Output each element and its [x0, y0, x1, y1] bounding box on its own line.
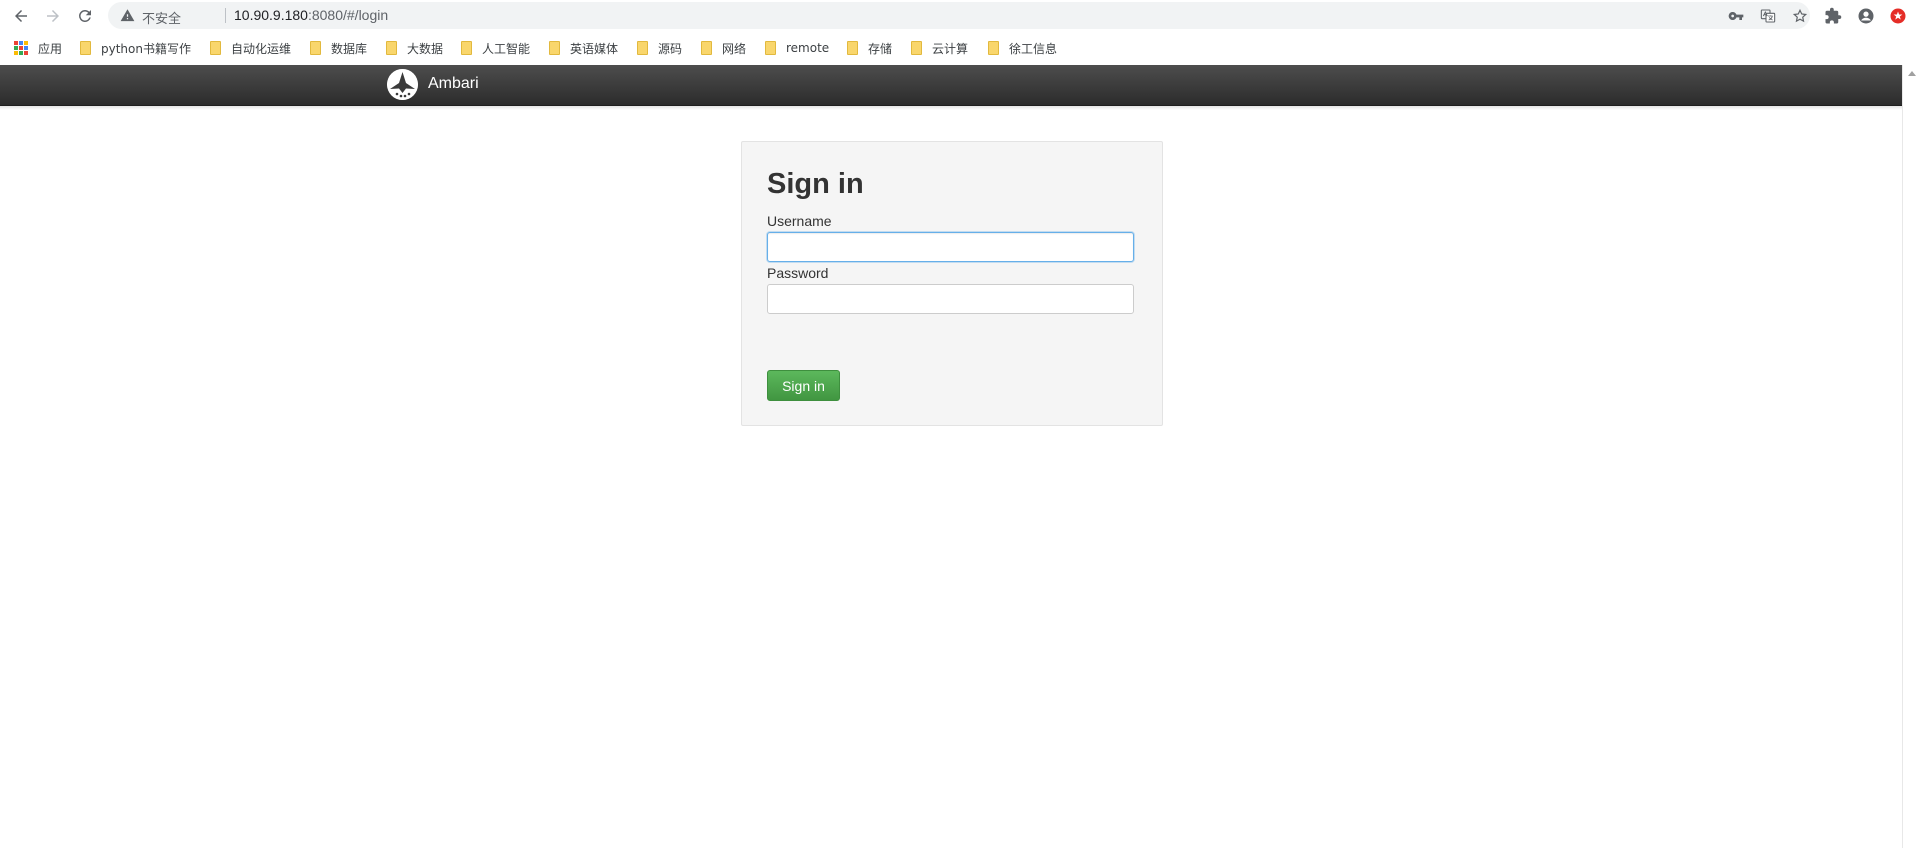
bookmark-label: 人工智能	[482, 41, 531, 56]
forward-icon	[47, 10, 59, 22]
sign-in-button[interactable]: Sign in	[767, 370, 840, 401]
bookmark-folder[interactable]: 存储	[847, 38, 892, 58]
apps-grid-icon	[14, 41, 28, 55]
url-path: :8080/#/login	[307, 7, 389, 23]
bookmark-folder[interactable]: 云计算	[911, 38, 968, 58]
back-button[interactable]	[9, 4, 33, 28]
bookmark-folder[interactable]: 英语媒体	[549, 38, 618, 58]
bookmark-label: 存储	[868, 41, 893, 56]
folder-icon	[765, 41, 776, 55]
bookmark-folder[interactable]: 数据库	[310, 38, 367, 58]
username-input[interactable]	[767, 232, 1134, 262]
security-label: 不安全	[142, 12, 182, 27]
ambari-logo-graphic	[387, 69, 418, 100]
url-host: 10.90.9.180	[234, 7, 308, 23]
translate-icon	[1760, 9, 1776, 23]
extensions-icon	[1825, 7, 1842, 24]
bookmark-folder[interactable]: 网络	[701, 38, 746, 58]
bookmark-label: 自动化运维	[231, 41, 292, 56]
address-bar[interactable]: 不安全 10.90.9.180:8080/#/login	[108, 2, 1810, 29]
star-icon	[1792, 8, 1808, 23]
folder-icon	[701, 41, 712, 55]
address-separator	[225, 8, 226, 23]
extension-red-button[interactable]	[1887, 5, 1909, 27]
username-label: Username	[767, 213, 832, 229]
ambari-logo-icon[interactable]	[387, 69, 418, 100]
bookmark-label: remote	[786, 41, 830, 55]
translate-button[interactable]	[1759, 7, 1777, 25]
login-title: Sign in	[767, 168, 864, 200]
extensions-button[interactable]	[1822, 5, 1844, 27]
bookmark-folder[interactable]: 自动化运维	[210, 38, 291, 58]
folder-icon	[386, 41, 397, 55]
page-scrollbar[interactable]	[1902, 65, 1920, 848]
bookmark-label: 英语媒体	[570, 41, 619, 56]
password-key-button[interactable]	[1727, 7, 1745, 25]
forward-button[interactable]	[41, 4, 65, 28]
reload-icon	[79, 10, 91, 22]
folder-icon	[80, 41, 91, 55]
bookmark-folder[interactable]: python书籍写作	[80, 38, 191, 58]
key-icon	[1728, 12, 1744, 20]
scroll-up-arrow-icon[interactable]	[1908, 71, 1916, 76]
bookmark-folder[interactable]: remote	[765, 38, 829, 58]
profile-icon	[1858, 8, 1874, 24]
folder-icon	[847, 41, 858, 55]
bookmark-label: 徐工信息	[1009, 41, 1058, 56]
url-text: 10.90.9.180:8080/#/login	[234, 7, 388, 23]
brand-name[interactable]: Ambari	[428, 75, 479, 93]
page-content: Ambari Sign in Username Password Sign in	[0, 65, 1902, 848]
folder-icon	[210, 41, 221, 55]
password-input[interactable]	[767, 284, 1134, 314]
bookmark-label: 应用	[38, 41, 63, 56]
bookmark-label: 数据库	[331, 41, 368, 56]
navbar-shadow	[0, 106, 1902, 110]
folder-icon	[461, 41, 472, 55]
bookmark-label: python书籍写作	[101, 41, 191, 56]
bookmarks-bar: 应用 python书籍写作 自动化运维 数据库 大数据 人工智能 英语媒体 源码…	[0, 31, 1920, 63]
folder-icon	[911, 41, 922, 55]
extension-red-icon	[1890, 8, 1906, 24]
bookmark-apps[interactable]: 应用	[14, 38, 62, 58]
folder-icon	[988, 41, 999, 55]
profile-button[interactable]	[1855, 5, 1877, 27]
browser-toolbar: 不安全 10.90.9.180:8080/#/login	[0, 0, 1920, 31]
password-label: Password	[767, 265, 829, 281]
bookmark-label: 云计算	[932, 41, 969, 56]
top-navbar: Ambari	[0, 65, 1902, 106]
folder-icon	[637, 41, 648, 55]
folder-icon	[549, 41, 560, 55]
bookmark-folder[interactable]: 源码	[637, 38, 682, 58]
bookmark-folder[interactable]: 徐工信息	[988, 38, 1057, 58]
bookmark-star-button[interactable]	[1791, 7, 1809, 25]
reload-button[interactable]	[73, 4, 97, 28]
warning-icon	[120, 9, 135, 22]
folder-icon	[310, 41, 321, 55]
bookmark-folder[interactable]: 人工智能	[461, 38, 530, 58]
bookmark-label: 大数据	[407, 41, 444, 56]
bookmark-label: 网络	[722, 41, 747, 56]
back-icon	[15, 10, 27, 22]
bookmark-label: 源码	[658, 41, 683, 56]
bookmark-folder[interactable]: 大数据	[386, 38, 443, 58]
login-panel: Sign in Username Password Sign in	[741, 141, 1163, 426]
